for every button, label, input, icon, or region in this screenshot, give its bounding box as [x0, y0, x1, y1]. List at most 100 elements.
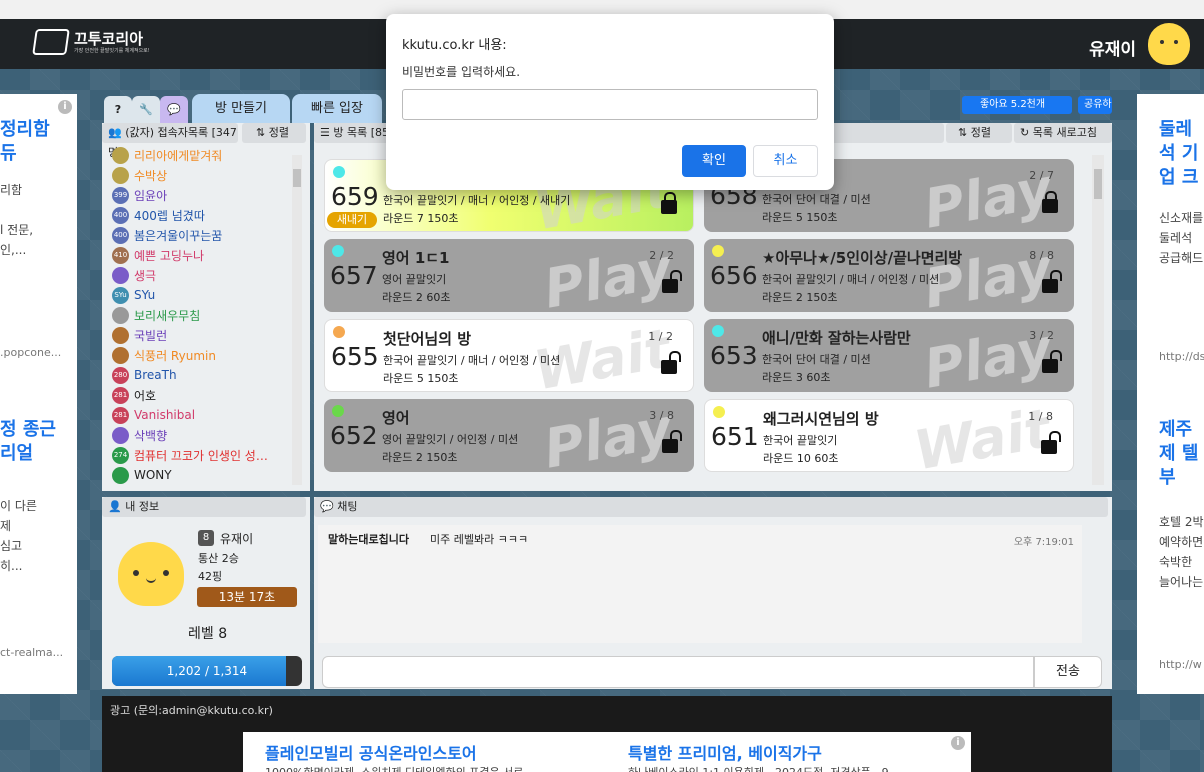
- room-item[interactable]: Wait 655 첫단어님의 방 한국어 끝말잇기 / 매너 / 어인정 / 미션 라운…: [324, 319, 694, 392]
- user-list-item[interactable]: 생극: [102, 265, 292, 285]
- send-button[interactable]: 전송: [1034, 656, 1102, 688]
- refresh-list-button[interactable]: ↻ 목록 새로고침: [1014, 123, 1112, 143]
- user-list-item[interactable]: 399 임윤아: [102, 185, 292, 205]
- ad-title[interactable]: 둘레석 기업 크: [1159, 118, 1203, 190]
- header-username[interactable]: 유재이: [1089, 35, 1136, 60]
- ad-url[interactable]: ct-realma...: [0, 646, 77, 659]
- room-rounds: 라운드 7 150초: [383, 212, 459, 225]
- user-list-header: 👥 (갌자) 접속자목록 [347명]: [102, 123, 238, 159]
- right-side-ad[interactable]: 둘레석 기업 크 신소재를 둘레석 공급해드 http://ds 제주제 텔 부…: [1137, 94, 1204, 694]
- level-badge-icon: [112, 326, 129, 344]
- ad-url[interactable]: .popcone...: [0, 346, 77, 359]
- ad-text: 신소재를: [1159, 211, 1204, 225]
- chat-user[interactable]: 말하는대로칩니다: [328, 531, 409, 547]
- ad-info-icon[interactable]: i: [951, 736, 965, 750]
- unlock-icon: [1042, 270, 1062, 293]
- room-state-dot: [332, 405, 344, 417]
- user-name: 식풍러 Ryumin: [134, 348, 216, 363]
- room-item[interactable]: Play 652 영어 영어 끝말잇기 / 어인정 / 미션 라운드 2 150초 3 /…: [324, 399, 694, 472]
- logo-text: 끄투코리아: [74, 29, 144, 48]
- user-list-item[interactable]: 274 컴퓨터 끄코가 인생인 성…: [102, 445, 292, 465]
- room-item[interactable]: Play 653 애니/만화 잘하는사람만 한국어 단어 대결 / 미션 라운드 3 6…: [704, 319, 1074, 392]
- user-list-item[interactable]: 보리새우무침: [102, 305, 292, 325]
- create-room-tab[interactable]: 방 만들기: [192, 94, 290, 123]
- facebook-like-button[interactable]: 좋아요 5.2천개: [962, 96, 1072, 114]
- room-player-count: 2 / 2: [649, 249, 674, 262]
- dialog-title: kkutu.co.kr 내용:: [402, 38, 507, 53]
- ad-label: 광고 (문의:admin@kkutu.co.kr): [110, 704, 273, 717]
- ad-text: 인,...: [0, 243, 27, 257]
- sort-label: 정렬: [970, 126, 991, 139]
- ad-text: 리함: [0, 183, 23, 197]
- chat-scrollbar[interactable]: [1086, 527, 1098, 641]
- cancel-button[interactable]: 취소: [753, 145, 818, 177]
- left-side-ad[interactable]: i 정리함 듀 리함 l 전문, 인,... .popcone... 정 종근 …: [0, 94, 77, 694]
- user-list-item[interactable]: 리리아에게맡겨줘: [102, 145, 292, 165]
- lock-icon: [661, 192, 677, 214]
- ad-text: 1000%한명이라제, 스위치제 디테일엘화의 표결은 서로: [265, 764, 595, 772]
- user-list-item[interactable]: 410 예쁜 고딩누나: [102, 245, 292, 265]
- user-sort-button[interactable]: ⇅ 정렬: [242, 123, 306, 143]
- help-tab[interactable]: ?: [104, 96, 132, 123]
- ad-title[interactable]: 플레인모빌리 공식온라인스토어: [265, 740, 477, 764]
- user-list-item[interactable]: 400 봄은겨울이꾸는꿈: [102, 225, 292, 245]
- room-title: 애니/만화 잘하는사람만: [762, 329, 911, 347]
- settings-tab[interactable]: 🔧: [132, 96, 160, 123]
- ad-text: 둘레석: [1159, 231, 1193, 245]
- room-rounds: 라운드 2 150초: [762, 291, 838, 304]
- user-list-item[interactable]: 400 400렙 넘겼따: [102, 205, 292, 225]
- user-list-item[interactable]: 280 BreaTh: [102, 365, 292, 385]
- ad-url[interactable]: http://ds: [1159, 350, 1204, 363]
- room-rounds: 라운드 3 60초: [762, 371, 831, 384]
- site-logo[interactable]: 끄투코리아 가장 안전한 끝말잇기를 체계적으로!: [32, 29, 150, 55]
- room-rounds: 라운드 2 60초: [382, 291, 451, 304]
- avatar-eye: [133, 570, 139, 576]
- header-avatar[interactable]: [1148, 23, 1190, 65]
- room-rounds: 라운드 5 150초: [762, 211, 838, 224]
- password-input[interactable]: [402, 89, 818, 120]
- chat-tab[interactable]: 💬: [160, 96, 188, 123]
- chat-time: 오후 7:19:01: [1013, 537, 1074, 548]
- ad-info-icon[interactable]: i: [58, 100, 72, 114]
- level-badge-icon: 400: [112, 206, 129, 224]
- user-list-item[interactable]: 삭백향: [102, 425, 292, 445]
- ad-title[interactable]: 제주제 텔 부: [1159, 418, 1203, 490]
- user-list[interactable]: 리리아에게맡겨줘 수박상 399 임윤아 400 400렙 넘겼따 400 봄은겨울이꾸는꿈 4…: [102, 145, 292, 507]
- user-list-item[interactable]: 281 어호: [102, 385, 292, 405]
- room-sort-button[interactable]: ⇅ 정렬: [946, 123, 1012, 143]
- room-item[interactable]: Play 657 영어 1ㄷ1 영어 끝말잇기 라운드 2 60초 2 / 2: [324, 239, 694, 312]
- unlock-icon: [662, 270, 682, 293]
- scroll-thumb[interactable]: [1094, 169, 1102, 199]
- user-list-scrollbar[interactable]: [292, 155, 302, 485]
- user-list-item[interactable]: SYu SYu: [102, 285, 292, 305]
- ad-title[interactable]: 정 종근 리얼: [0, 418, 60, 466]
- chat-log[interactable]: 말하는대로칩니다 미주 레벨봐라 ㅋㅋㅋ 오후 7:19:01: [318, 525, 1082, 643]
- room-item[interactable]: Play 656 ★아무나★/5인이상/끝나면리방 한국어 끝말잇기 / 매너 / 어…: [704, 239, 1074, 312]
- chat-title: 채팅: [337, 500, 358, 513]
- chat-panel: 💬 채팅 말하는대로칩니다 미주 레벨봐라 ㅋㅋㅋ 오후 7:19:01 전송: [314, 497, 1112, 689]
- user-list-item[interactable]: 281 Vanishibal: [102, 405, 292, 425]
- ad-text: l 전문,: [0, 223, 34, 237]
- bottom-ad-banner[interactable]: i 플레인모빌리 공식온라인스토어 특별한 프리미엄, 베이직가구 1000%한…: [243, 732, 971, 772]
- scroll-thumb[interactable]: [293, 169, 301, 187]
- user-list-item[interactable]: 식풍러 Ryumin: [102, 345, 292, 365]
- room-list-scrollbar[interactable]: [1092, 155, 1104, 485]
- user-name: SYu: [134, 288, 156, 302]
- ok-button[interactable]: 확인: [682, 145, 746, 177]
- ad-title[interactable]: 정리함 듀: [0, 118, 60, 166]
- user-list-item[interactable]: WONY: [102, 465, 292, 485]
- room-item[interactable]: Wait 651 왜그러시연님의 방 한국어 끝말잇기 라운드 10 60초 1 / 8: [704, 399, 1074, 472]
- quick-join-tab[interactable]: 빠른 입장: [292, 94, 382, 123]
- my-info-title: 내 정보: [125, 500, 160, 513]
- user-list-item[interactable]: 수박상: [102, 165, 292, 185]
- facebook-share-button[interactable]: 공유하기: [1078, 96, 1112, 114]
- user-list-item[interactable]: 국빌런: [102, 325, 292, 345]
- bottom-ad: 광고 (문의:admin@kkutu.co.kr) i 플레인모빌리 공식온라인…: [102, 696, 1112, 772]
- room-options: 한국어 끝말잇기 / 매너 / 어인정 / 미션: [383, 354, 561, 367]
- room-state-dot: [333, 326, 345, 338]
- chat-input[interactable]: [322, 656, 1034, 688]
- room-options: 한국어 단어 대결 / 미션: [762, 353, 871, 366]
- ad-url[interactable]: http://w: [1159, 658, 1204, 671]
- avatar-mouth: [146, 578, 156, 583]
- ad-title[interactable]: 특별한 프리미엄, 베이직가구: [628, 740, 822, 764]
